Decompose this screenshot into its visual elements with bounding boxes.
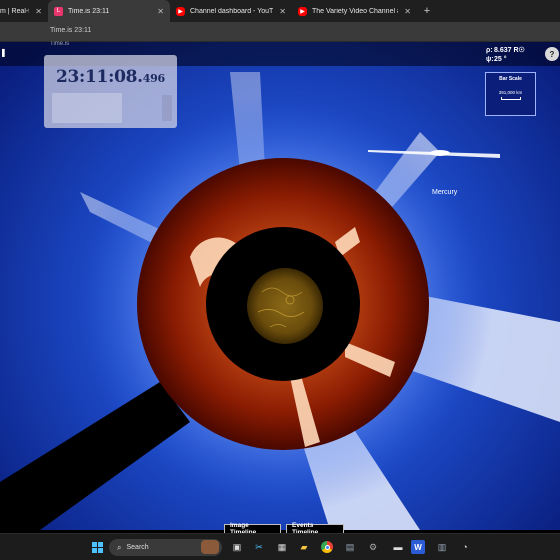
browser-toolbar: Time.is 23:11 [0, 22, 560, 42]
task-view-icon[interactable]: ▣ [230, 540, 244, 554]
gauge-icon[interactable]: ◔ [458, 540, 472, 554]
settings-icon[interactable]: ⚙ [366, 540, 380, 554]
psi-value: 25 ° [494, 56, 507, 63]
close-icon[interactable]: ✕ [404, 7, 411, 16]
help-icon[interactable]: ? [545, 47, 559, 61]
tab-label: m | Real-ti [0, 7, 30, 15]
rho-symbol: ρ: [486, 47, 493, 54]
windows-start-icon[interactable] [90, 540, 104, 554]
clock-ms: 496 [142, 72, 165, 85]
tab-preview-title: Time.is 23:11 [50, 27, 92, 34]
events-timeline-button[interactable]: Events Timeline [286, 522, 344, 536]
psi-symbol: ψ: [486, 56, 494, 63]
plus-icon[interactable]: + [417, 0, 437, 22]
preview-content [162, 95, 172, 121]
drawer-icon[interactable]: ❚ [0, 48, 8, 58]
clock-main: 23:11:08. [56, 67, 143, 87]
search-placeholder: Search [126, 544, 149, 551]
tab-realtime[interactable]: m | Real-ti ✕ [0, 0, 48, 22]
close-icon[interactable]: ✕ [279, 7, 286, 16]
coordinates-readout: ρ: 8.637 R☉ ψ: 25 ° [486, 46, 525, 64]
tab-label: The Variety Video Channel #1 ( [312, 7, 398, 15]
tab-label: Channel dashboard - YouTube [190, 7, 274, 15]
timeis-icon: L [54, 6, 63, 16]
chrome-icon[interactable] [320, 540, 334, 554]
mercury-label: Mercury [432, 189, 458, 196]
word-icon[interactable]: W [411, 540, 425, 554]
close-icon[interactable]: ✕ [157, 7, 164, 16]
tab-timeis[interactable]: L Time.is 23:11 ✕ [48, 0, 170, 22]
tab-preview-site: Time.is [50, 41, 70, 47]
bar-scale-bar [500, 97, 521, 100]
tab-strip: m | Real-ti ✕ L Time.is 23:11 ✕ ▶ Channe… [0, 0, 560, 22]
rho-value: 8.637 R☉ [494, 47, 525, 54]
media-icon[interactable]: ▬ [391, 540, 405, 554]
preview-content [52, 93, 122, 123]
tab-preview-card: Time.is 23:11:08.496 [44, 41, 177, 128]
bar-scale-box: Bar Scale 391,000 km [485, 72, 536, 116]
bar-scale-distance: 391,000 km [498, 90, 523, 95]
search-highlight-icon [201, 540, 219, 554]
close-icon[interactable]: ✕ [35, 7, 42, 16]
image-timeline-button[interactable]: Image Timeline [224, 522, 281, 536]
youtube-icon: ▶ [298, 6, 307, 16]
taskbar-search[interactable]: ⌕ Search [109, 539, 222, 556]
youtube-icon: ▶ [176, 6, 185, 16]
tab-label: Time.is 23:11 [68, 7, 110, 15]
snipping-tool-icon[interactable]: ✂ [252, 540, 266, 554]
search-icon: ⌕ [117, 542, 122, 552]
tab-youtube-variety[interactable]: ▶ The Variety Video Channel #1 ( ✕ [292, 0, 417, 22]
taskbar: ⌕ Search ▣ ✂ ▦ ▰ ▤ ⚙ ▬ W ▥ ◔ [0, 533, 560, 560]
clock-time: 23:11:08.496 [56, 67, 165, 87]
file-explorer-icon[interactable]: ▰ [297, 540, 311, 554]
app2-icon[interactable]: ▥ [435, 540, 449, 554]
app-icon[interactable]: ▤ [343, 540, 357, 554]
bar-scale-title: Bar Scale [499, 76, 522, 82]
tab-youtube-dashboard[interactable]: ▶ Channel dashboard - YouTube ✕ [170, 0, 292, 22]
calendar-icon[interactable]: ▦ [275, 540, 289, 554]
